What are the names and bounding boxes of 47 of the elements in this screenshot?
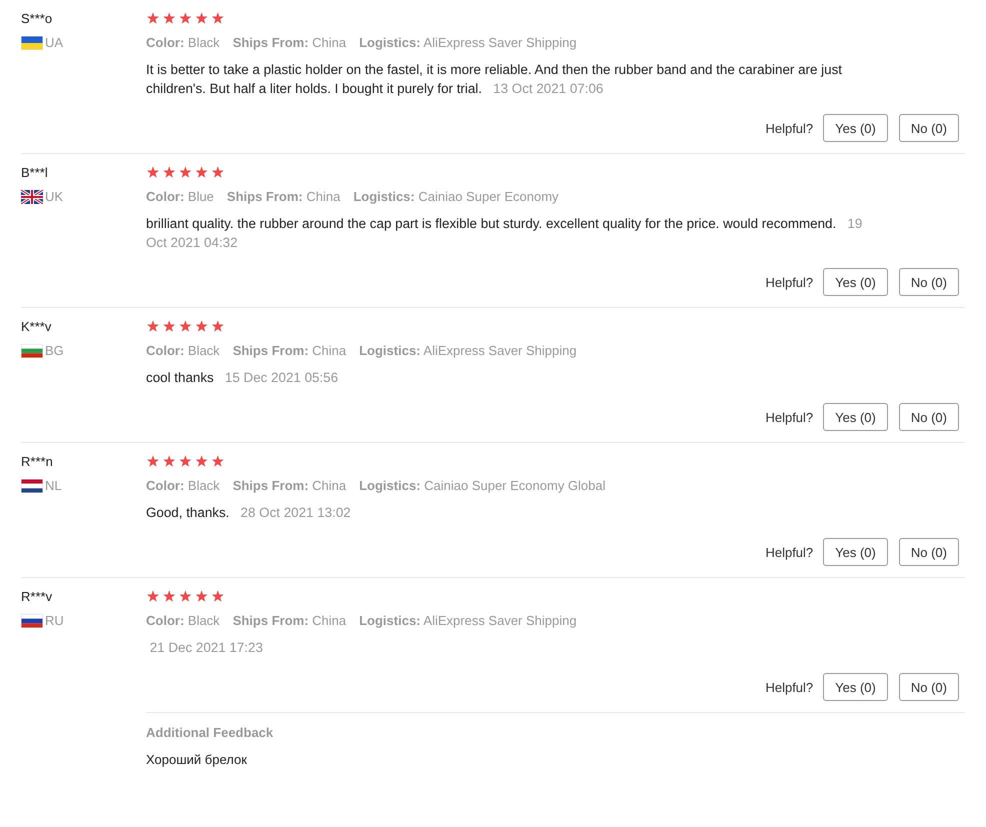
yes-button[interactable]: Yes (0)	[823, 673, 888, 701]
user-name: R***v	[21, 589, 54, 605]
product-attribute: Color: Black	[146, 35, 220, 51]
review-text: Good, thanks. 28 Oct 2021 13:02	[146, 504, 352, 522]
no-button[interactable]: No (0)	[898, 268, 959, 296]
no-button[interactable]: No (0)	[898, 114, 959, 142]
product-attribute: Color: Black	[146, 613, 220, 629]
product-attribute: Color: Black	[146, 478, 220, 494]
helpful-label: Helpful?	[765, 544, 814, 560]
review-text: It is better to take a plastic holder on the fastel, it is more reliable. And then the rubber band and the carabiner are just children's. But half a liter holds. I bought it purely for trial. 13 Oct 2021 07:06	[146, 61, 843, 98]
country-code: BG	[45, 343, 64, 358]
product-attribute: Color: Blue	[146, 189, 214, 205]
additional-feedback-title: Additional Feedback	[146, 725, 274, 740]
product-attribute: Ships From: China	[226, 189, 340, 205]
review-text: brilliant quality. the rubber around the cap part is flexible but sturdy. excellent quality for the price. would recommend. 19 Oct 2021 04:32	[146, 215, 864, 252]
user-name: K***v	[21, 319, 52, 335]
helpful-label: Helpful?	[765, 680, 814, 694]
product-attribute: Ships From: China	[232, 343, 346, 359]
country-code: RU	[45, 613, 64, 628]
country-code: UA	[45, 35, 64, 50]
helpful-label: Helpful?	[765, 120, 814, 136]
yes-button[interactable]: Yes (0)	[823, 538, 888, 566]
additional-feedback-text: Хороший брелок	[146, 752, 248, 767]
no-button[interactable]: No (0)	[898, 403, 959, 431]
product-attribute: Color: Black	[146, 343, 220, 359]
product-attribute: Logistics: Cainiao Super Economy	[353, 189, 559, 205]
user-name: S***o	[21, 11, 54, 27]
no-button[interactable]: No (0)	[898, 673, 959, 701]
product-attribute: Logistics: AliExpress Saver Shipping	[359, 613, 577, 629]
yes-button[interactable]: Yes (0)	[823, 114, 888, 142]
helpful-label: Helpful?	[765, 274, 814, 290]
user-name: R***n	[21, 454, 54, 470]
country-code: UK	[45, 189, 64, 204]
product-attribute: Logistics: AliExpress Saver Shipping	[359, 343, 577, 359]
product-attribute: Logistics: Cainiao Super Economy Global	[359, 478, 606, 494]
product-attribute: Ships From: China	[232, 613, 346, 629]
review-text: 21 Dec 2021 17:23	[148, 639, 264, 657]
user-name: B***l	[21, 165, 49, 181]
no-button[interactable]: No (0)	[898, 538, 959, 566]
helpful-label: Helpful?	[765, 410, 814, 424]
product-attribute: Logistics: AliExpress Saver Shipping	[359, 35, 577, 51]
yes-button[interactable]: Yes (0)	[823, 268, 888, 296]
product-attribute: Ships From: China	[232, 478, 346, 494]
review-text: cool thanks 15 Dec 2021 05:56	[146, 369, 340, 387]
country-code: NL	[45, 478, 62, 493]
yes-button[interactable]: Yes (0)	[823, 403, 888, 431]
product-attribute: Ships From: China	[232, 35, 346, 51]
